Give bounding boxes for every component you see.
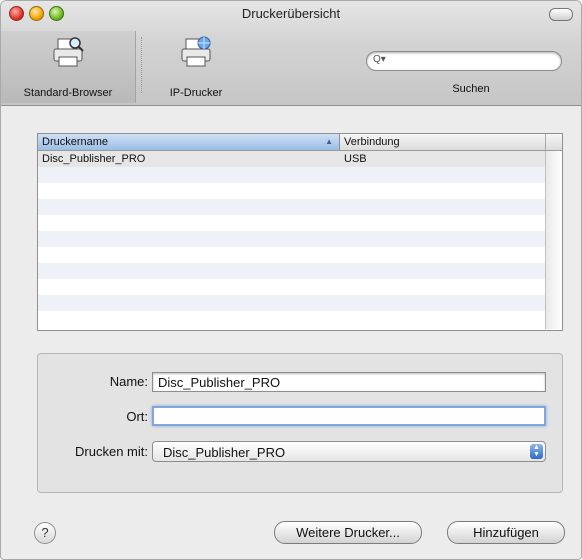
print-with-popup[interactable]: Disc_Publisher_PRO ▲ ▼ <box>152 441 546 462</box>
empty-row <box>38 279 546 295</box>
window-title: Druckerübersicht <box>241 6 341 21</box>
toolbar-item-ip-printer[interactable]: IP-Drucker <box>151 31 241 103</box>
printer-magnifier-icon <box>53 37 84 67</box>
more-printers-button[interactable]: Weitere Drucker... <box>274 521 422 544</box>
print-with-value: Disc_Publisher_PRO <box>163 445 286 460</box>
popup-arrows-icon: ▲ ▼ <box>530 444 543 459</box>
search-icon: Q▾ <box>373 54 386 65</box>
empty-row <box>38 231 546 247</box>
table-rows: Disc_Publisher_PRO USB <box>38 151 546 327</box>
search-label: Suchen <box>452 83 490 95</box>
vertical-scrollbar[interactable] <box>545 151 562 329</box>
table-header: Druckername ▲ Verbindung <box>38 134 562 151</box>
column-header-label: Druckername <box>42 136 109 148</box>
print-with-label: Drucken mit: <box>75 444 148 459</box>
name-field[interactable]: Disc_Publisher_PRO <box>152 372 546 392</box>
column-header-printer-name[interactable]: Druckername ▲ <box>38 134 340 150</box>
column-header-connection[interactable]: Verbindung <box>342 134 544 150</box>
name-label: Name: <box>109 374 148 389</box>
empty-row <box>38 199 546 215</box>
toolbar-toggle-button[interactable] <box>549 8 573 21</box>
toolbar-item-label: Standard-Browser <box>23 87 113 99</box>
table-row[interactable]: Disc_Publisher_PRO USB <box>38 151 546 167</box>
connection-cell: USB <box>344 153 367 165</box>
empty-row <box>38 263 546 279</box>
toolbar-item-standard-browser[interactable]: Standard-Browser <box>1 31 136 103</box>
empty-row <box>38 215 546 231</box>
empty-row <box>38 183 546 199</box>
add-button[interactable]: Hinzufügen <box>447 521 565 544</box>
printer-table: Druckername ▲ Verbindung Disc_Publisher_… <box>37 133 563 331</box>
toolbar-item-label: IP-Drucker <box>169 87 223 99</box>
empty-row <box>38 295 546 311</box>
sort-ascending-icon: ▲ <box>325 137 333 146</box>
empty-row <box>38 167 546 183</box>
printer-details-group: Name: Disc_Publisher_PRO Ort: Drucken mi… <box>37 353 563 493</box>
search-input[interactable]: Q▾ <box>366 51 562 71</box>
empty-row <box>38 311 546 327</box>
printer-globe-icon <box>181 36 211 67</box>
toolbar-divider <box>141 37 142 93</box>
column-divider <box>545 134 546 150</box>
printer-name-cell: Disc_Publisher_PRO <box>42 153 146 165</box>
location-label: Ort: <box>126 409 148 424</box>
printer-browser-window: Druckerübersicht Standard-Browser IP-Dru… <box>0 0 582 560</box>
location-field[interactable] <box>152 406 546 426</box>
title-toolbar-area: Druckerübersicht Standard-Browser IP-Dru… <box>1 1 581 106</box>
empty-row <box>38 247 546 263</box>
help-button[interactable]: ? <box>34 522 56 544</box>
